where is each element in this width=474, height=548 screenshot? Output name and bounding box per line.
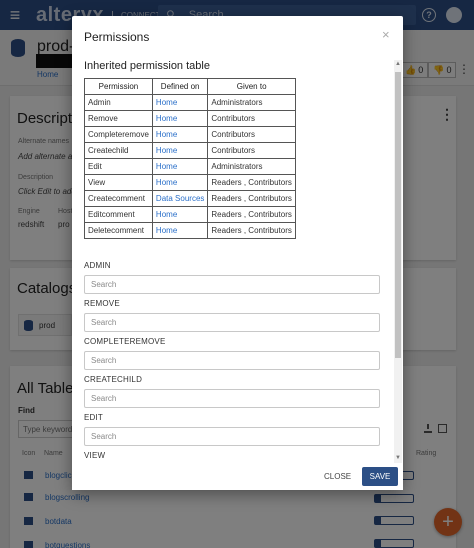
table-row: Deletecomment Home Readers , Contributors [84,222,296,239]
permission-cell: Createchild [84,142,153,159]
table-row: Edit Home Administrators [84,158,296,175]
defined-on-link[interactable]: Home [151,158,209,175]
defined-on-link[interactable]: Data Sources [151,190,209,207]
given-to-cell: Administrators [207,158,296,175]
permission-cell: Remove [84,110,153,127]
defined-on-link[interactable]: Home [151,142,209,159]
save-button[interactable]: SAVE [362,467,398,486]
close-icon[interactable]: × [382,27,390,42]
dialog-title: Permissions [84,30,150,44]
createchild-section-label: CREATECHILD [84,375,143,384]
permission-cell: Editcomment [84,206,153,223]
given-to-cell: Administrators [207,94,296,111]
given-to-cell: Readers , Contributors [207,174,296,191]
permission-cell: Createcomment [84,190,153,207]
defined-on-link[interactable]: Home [151,94,209,111]
close-button[interactable]: CLOSE [318,467,357,485]
table-header-row: Permission Defined on Given to [84,78,296,95]
permission-cell: View [84,174,153,191]
header-given-to: Given to [207,78,296,95]
edit-section-label: EDIT [84,413,104,422]
table-row: View Home Readers , Contributors [84,174,296,191]
remove-search-input[interactable] [84,313,380,332]
table-row: Createcomment Data Sources Readers , Contr… [84,190,296,207]
defined-on-link[interactable]: Home [151,206,209,223]
table-row: Editcomment Home Readers , Contributors [84,206,296,223]
inherited-permission-heading: Inherited permission table [84,60,210,72]
given-to-cell: Readers , Contributors [207,222,296,239]
admin-section-label: ADMIN [84,261,111,270]
admin-search-input[interactable] [84,275,380,294]
given-to-cell: Contributors [207,142,296,159]
header-defined-on: Defined on [151,78,209,95]
completeremove-search-input[interactable] [84,351,380,370]
createchild-search-input[interactable] [84,389,380,408]
view-section-label: VIEW [84,451,106,460]
table-row: Remove Home Contributors [84,110,296,127]
defined-on-link[interactable]: Home [151,110,209,127]
scroll-up-arrow-icon[interactable]: ▲ [395,60,401,68]
dialog-scrollbar-thumb[interactable] [395,72,401,358]
permission-cell: Admin [84,94,153,111]
defined-on-link[interactable]: Home [151,126,209,143]
dialog-body[interactable]: Inherited permission table Permission De… [72,56,403,463]
given-to-cell: Readers , Contributors [207,190,296,207]
table-row: Createchild Home Contributors [84,142,296,159]
permission-cell: Edit [84,158,153,175]
defined-on-link[interactable]: Home [151,174,209,191]
permission-cell: Deletecomment [84,222,153,239]
header-permission: Permission [84,78,153,95]
dialog-footer: CLOSE SAVE [72,463,403,490]
table-row: Completeremove Home Contributors [84,126,296,143]
permission-cell: Completeremove [84,126,153,143]
given-to-cell: Contributors [207,110,296,127]
permissions-dialog: Permissions × Inherited permission table… [72,16,403,490]
completeremove-section-label: COMPLETEREMOVE [84,337,166,346]
given-to-cell: Readers , Contributors [207,206,296,223]
edit-search-input[interactable] [84,427,380,446]
defined-on-link[interactable]: Home [151,222,209,239]
scroll-down-arrow-icon[interactable]: ▼ [395,454,401,462]
given-to-cell: Contributors [207,126,296,143]
table-row: Admin Home Administrators [84,94,296,111]
remove-section-label: REMOVE [84,299,120,308]
inherited-permission-table: Permission Defined on Given to Admin Home… [84,78,296,239]
